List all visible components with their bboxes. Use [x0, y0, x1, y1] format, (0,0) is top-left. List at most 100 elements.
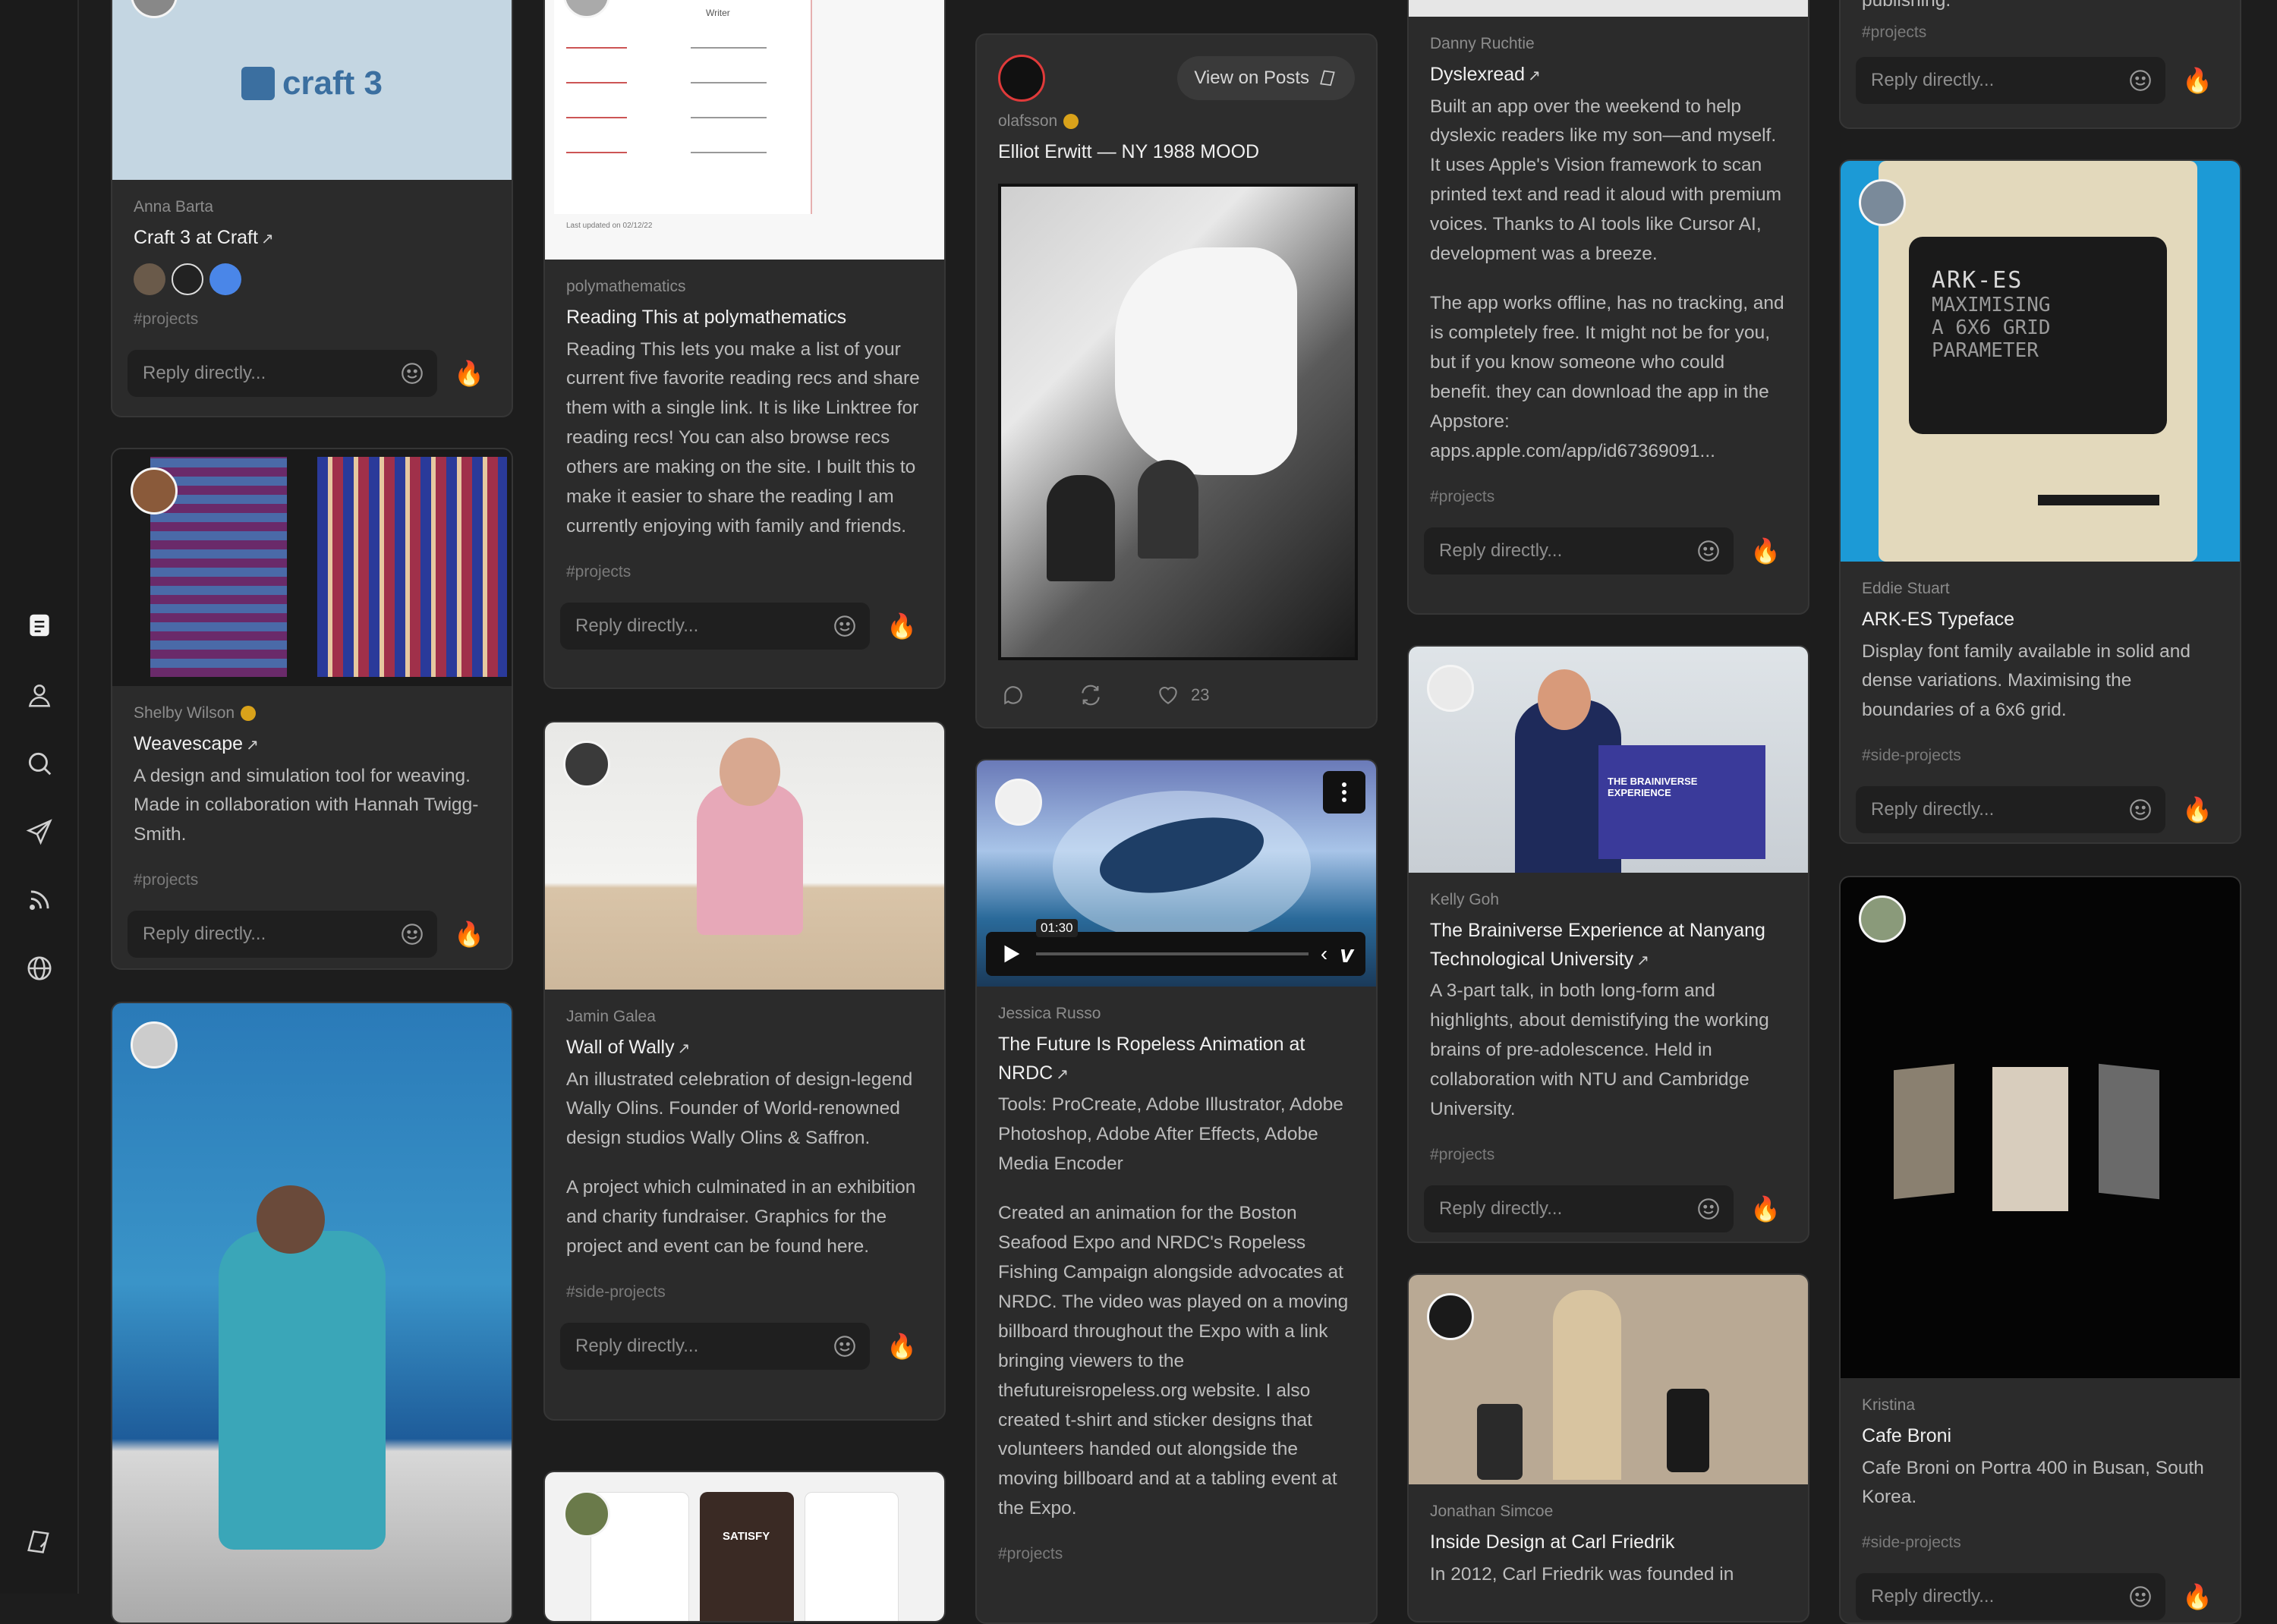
post-title[interactable]: Dyslexread ↗	[1430, 61, 1787, 90]
fire-reaction-icon[interactable]: 🔥	[454, 361, 484, 386]
post-card[interactable]: View on Posts olafsson Elliot Erwitt — N…	[975, 33, 1378, 729]
fire-reaction-icon[interactable]: 🔥	[1750, 1197, 1781, 1221]
post-title[interactable]: Craft 3 at Craft ↗	[134, 224, 490, 253]
avatar[interactable]	[1859, 179, 1906, 226]
post-tag[interactable]: #projects	[566, 563, 923, 581]
post-title[interactable]: Elliot Erwitt — NY 1988 MOOD	[998, 138, 1355, 167]
post-author[interactable]: Kelly Goh	[1430, 891, 1787, 909]
vimeo-icon[interactable]: v	[1340, 940, 1353, 968]
post-tag[interactable]: #projects	[998, 1545, 1355, 1563]
post-card[interactable]: Kristina Cafe Broni Cafe Broni on Portra…	[1839, 876, 2241, 1624]
avatar[interactable]	[563, 1490, 610, 1537]
posts-icon[interactable]	[23, 1525, 56, 1559]
fire-reaction-icon[interactable]: 🔥	[887, 614, 917, 638]
avatar[interactable]	[131, 1021, 178, 1069]
reply-input[interactable]: Reply directly...	[560, 603, 870, 650]
fire-reaction-icon[interactable]: 🔥	[2182, 1585, 2212, 1609]
reply-input[interactable]: Reply directly...	[1856, 56, 2165, 104]
emoji-icon[interactable]	[2127, 797, 2153, 823]
post-author[interactable]: Eddie Stuart	[1862, 580, 2219, 598]
post-tag[interactable]: #side-projects	[566, 1283, 923, 1301]
post-tag[interactable]: #projects	[134, 871, 490, 889]
post-card[interactable]: THE BRAINIVERSE EXPERIENCE Kelly Goh The…	[1407, 645, 1809, 1243]
emoji-icon[interactable]	[832, 613, 858, 639]
avatar[interactable]	[1427, 1293, 1474, 1340]
post-tag[interactable]: #side-projects	[1862, 747, 2219, 765]
comment-icon[interactable]	[1001, 683, 1025, 707]
send-icon[interactable]	[23, 815, 56, 848]
post-tag[interactable]: #projects	[134, 310, 490, 329]
post-author[interactable]: Kristina	[1862, 1396, 2219, 1415]
reply-input[interactable]: Reply directly...	[128, 911, 437, 958]
fire-reaction-icon[interactable]: 🔥	[2182, 68, 2212, 93]
avatar[interactable]	[563, 741, 610, 788]
post-card[interactable]: Danny Ruchtie Dyslexread ↗ Built an app o…	[1407, 0, 1809, 615]
post-author[interactable]: Jessica Russo	[998, 1005, 1355, 1023]
video-progress-bar[interactable]: 01:30	[1036, 919, 1309, 955]
post-tag[interactable]: #projects	[1862, 24, 2219, 42]
post-card[interactable]: SATISFY	[543, 1471, 946, 1622]
reply-input[interactable]: Reply directly...	[1424, 527, 1734, 574]
post-card[interactable]: Jonathan Simcoe Inside Design at Carl Fr…	[1407, 1273, 1809, 1622]
reply-input[interactable]: Reply directly...	[560, 1323, 870, 1371]
post-card[interactable]: ARK-ES MAXIMISING A 6X6 GRID PARAMETER E…	[1839, 159, 2241, 844]
fire-reaction-icon[interactable]: 🔥	[454, 922, 484, 946]
video-player[interactable]: 01:30 ‹ v	[977, 760, 1376, 987]
repost-icon[interactable]	[1079, 683, 1103, 707]
post-author[interactable]: Jamin Galea	[566, 1008, 923, 1026]
rss-icon[interactable]	[23, 883, 56, 917]
post-card[interactable]: publishing. #projects Reply directly... …	[1839, 0, 2241, 129]
emoji-icon[interactable]	[1696, 538, 1721, 564]
post-author[interactable]: Jonathan Simcoe	[1430, 1503, 1787, 1521]
emoji-icon[interactable]	[2127, 1584, 2153, 1610]
post-title[interactable]: The Future Is Ropeless Animation at NRDC…	[998, 1031, 1355, 1087]
post-author[interactable]: Danny Ruchtie	[1430, 35, 1787, 53]
avatar[interactable]	[1427, 665, 1474, 712]
emoji-icon[interactable]	[832, 1333, 858, 1359]
post-author[interactable]: polymathematics	[566, 278, 923, 296]
reply-input[interactable]: Reply directly...	[128, 349, 437, 397]
emoji-icon[interactable]	[399, 921, 425, 947]
emoji-icon[interactable]	[1696, 1196, 1721, 1222]
reply-input[interactable]: Reply directly...	[1856, 1573, 2165, 1621]
post-author[interactable]: olafsson	[998, 112, 1355, 131]
post-author[interactable]: Shelby Wilson	[134, 704, 490, 722]
chevron-left-icon[interactable]: ‹	[1321, 942, 1327, 966]
post-title[interactable]: Weavescape ↗	[134, 730, 490, 759]
fire-reaction-icon[interactable]: 🔥	[887, 1334, 917, 1358]
avatar[interactable]	[172, 263, 203, 295]
post-card[interactable]: Jamin Galea Wall of Wally ↗ An illustrate…	[543, 721, 946, 1421]
post-card[interactable]: Shelby Wilson Weavescape ↗ A design and s…	[111, 448, 513, 970]
reply-input[interactable]: Reply directly...	[1424, 1185, 1734, 1232]
more-options-icon[interactable]	[1323, 771, 1365, 814]
play-icon[interactable]	[998, 941, 1024, 967]
avatar[interactable]	[134, 263, 165, 295]
post-title[interactable]: ARK-ES Typeface	[1862, 606, 2219, 634]
post-tag[interactable]: #projects	[1430, 1146, 1787, 1164]
emoji-icon[interactable]	[2127, 68, 2153, 93]
avatar[interactable]	[1859, 895, 1906, 943]
fire-reaction-icon[interactable]: 🔥	[1750, 539, 1781, 563]
post-title[interactable]: Reading This at polymathematics	[566, 304, 923, 332]
notes-icon[interactable]	[23, 609, 56, 642]
post-tag[interactable]: #projects	[1430, 488, 1787, 506]
avatar[interactable]	[209, 263, 241, 295]
post-card[interactable]: Writer Last updated on 02/12/22 polymath…	[543, 0, 946, 689]
post-card[interactable]	[111, 1002, 513, 1624]
emoji-icon[interactable]	[399, 360, 425, 386]
avatar[interactable]	[131, 467, 178, 515]
avatar[interactable]	[131, 0, 178, 18]
post-title[interactable]: The Brainiverse Experience at Nanyang Te…	[1430, 917, 1787, 974]
post-tag[interactable]: #side-projects	[1862, 1534, 2219, 1552]
fire-reaction-icon[interactable]: 🔥	[2182, 798, 2212, 822]
reply-input[interactable]: Reply directly...	[1856, 786, 2165, 834]
post-title[interactable]: Wall of Wally ↗	[566, 1034, 923, 1062]
search-icon[interactable]	[23, 747, 56, 780]
post-title[interactable]: Inside Design at Carl Friedrik	[1430, 1528, 1787, 1557]
post-title[interactable]: Cafe Broni	[1862, 1422, 2219, 1451]
profile-icon[interactable]	[23, 678, 56, 712]
post-card[interactable]: 01:30 ‹ v Jessica Russo The Future Is Ro…	[975, 759, 1378, 1624]
avatar[interactable]	[998, 55, 1045, 102]
post-card[interactable]: craft 3 Anna Barta Craft 3 at Craft ↗ #pr…	[111, 0, 513, 417]
heart-icon[interactable]	[1156, 683, 1180, 707]
